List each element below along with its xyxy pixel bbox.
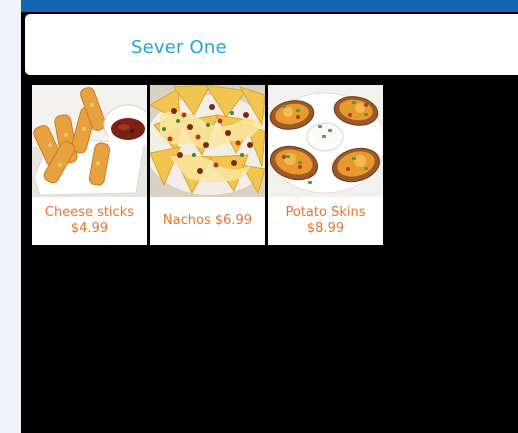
- menu-item-label: Cheese sticks $4.99: [44, 205, 135, 236]
- menu-item-label: Potato Skins $8.99: [285, 205, 366, 236]
- nachos-photo: [150, 85, 265, 197]
- top-bar: [21, 0, 518, 12]
- potato-skins-photo: [268, 85, 383, 197]
- menu-item-cheese-sticks[interactable]: Cheese sticks $4.99: [32, 85, 147, 245]
- server-title: Sever One: [131, 37, 227, 58]
- menu-item-nachos[interactable]: Nachos $6.99: [150, 85, 265, 245]
- cheese-sticks-photo: [32, 85, 147, 197]
- menu-item-label: Nachos $6.99: [162, 213, 253, 228]
- menu-item-potato-skins[interactable]: Potato Skins $8.99: [268, 85, 383, 245]
- left-sidebar-strip: [0, 0, 21, 433]
- main-panel: Sever One Cheese sticks $4.99 Nachos $6.…: [21, 0, 518, 433]
- header-card: Sever One: [25, 14, 518, 75]
